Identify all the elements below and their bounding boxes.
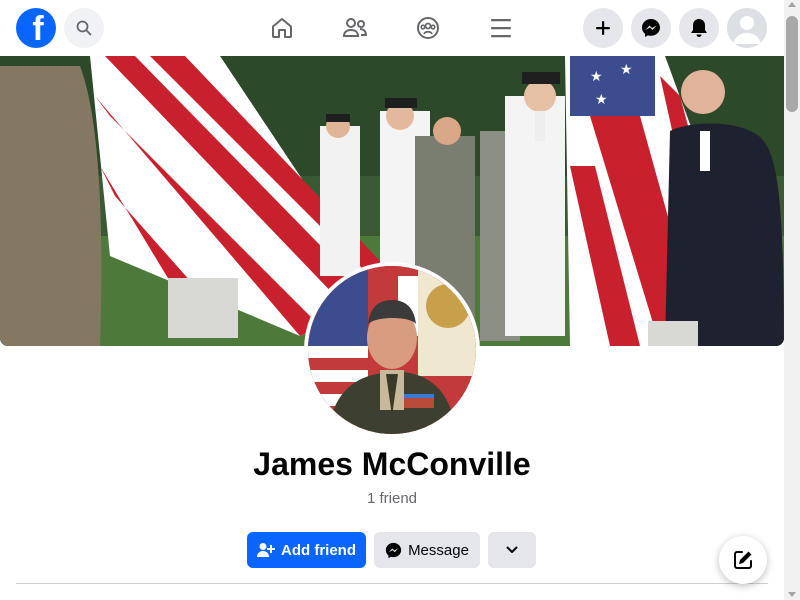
messenger-icon <box>642 19 660 37</box>
compose-icon <box>734 551 752 569</box>
message-button[interactable]: Message <box>374 532 480 568</box>
search-icon <box>76 20 92 36</box>
profile-name: James McConville <box>253 446 531 482</box>
messenger-icon <box>385 542 402 558</box>
facebook-logo[interactable]: f <box>16 8 56 48</box>
new-message-button[interactable] <box>719 536 767 584</box>
profile-picture[interactable] <box>304 262 480 438</box>
nav-menu[interactable] <box>481 8 521 48</box>
message-label: Message <box>408 541 469 559</box>
bell-icon <box>691 19 707 37</box>
notifications-button[interactable] <box>679 8 719 48</box>
friends-icon <box>342 18 368 37</box>
plus-icon <box>596 21 610 35</box>
scroll-down-arrow-icon[interactable] <box>788 592 796 597</box>
svg-text:★: ★ <box>590 69 603 85</box>
add-friend-button[interactable]: Add friend <box>247 532 366 568</box>
chevron-down-icon <box>506 546 518 553</box>
create-button[interactable] <box>583 8 623 48</box>
profile-photo <box>308 266 476 434</box>
messenger-button[interactable] <box>631 8 671 48</box>
nav-friends[interactable] <box>335 8 375 48</box>
scrollbar-thumb[interactable] <box>786 16 798 112</box>
add-friend-icon <box>257 543 275 557</box>
nav-groups[interactable] <box>408 8 448 48</box>
search-button[interactable] <box>64 8 104 48</box>
friends-count[interactable]: 1 friend <box>0 490 784 507</box>
section-divider <box>16 583 768 584</box>
account-avatar[interactable] <box>727 8 767 48</box>
more-options-button[interactable] <box>488 532 536 568</box>
facebook-logo-glyph: f <box>32 10 44 48</box>
nav-home[interactable] <box>262 8 302 48</box>
home-icon <box>272 18 292 38</box>
top-navigation-bar: f <box>0 0 784 56</box>
add-friend-label: Add friend <box>281 541 356 559</box>
page-scrollbar[interactable] <box>784 0 800 600</box>
menu-icon <box>491 19 511 38</box>
profile-picture-image <box>308 266 476 434</box>
groups-icon <box>417 17 439 39</box>
svg-text:★: ★ <box>595 92 608 108</box>
scroll-up-arrow-icon[interactable] <box>788 2 796 7</box>
default-avatar-icon <box>727 8 767 48</box>
svg-text:★: ★ <box>620 62 633 78</box>
